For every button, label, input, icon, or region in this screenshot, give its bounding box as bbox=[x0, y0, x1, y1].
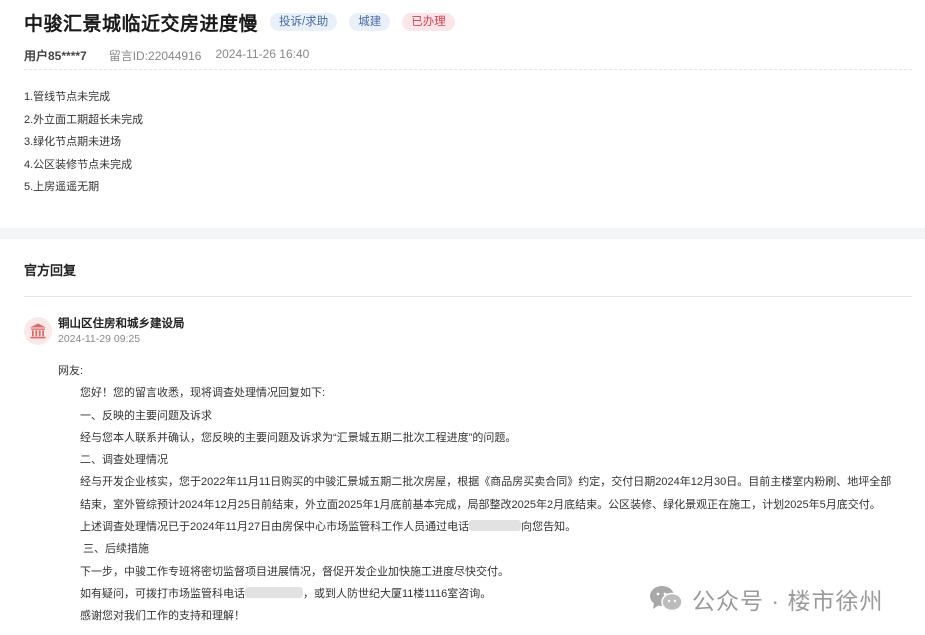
reply-paragraph: 您好！您的留言收悉，现将调查处理情况回复如下: bbox=[80, 387, 326, 400]
reply-greeting: 网友: bbox=[58, 365, 84, 377]
reply-paragraph: 上述调查处理情况已于2024年11月27日由房保中心市场监管科工作人员通过电话 向… bbox=[58, 516, 900, 538]
reply-heading-2: 二、调查处理情况 bbox=[80, 454, 168, 467]
dashed-divider bbox=[24, 69, 912, 70]
reply-paragraph: 经与开发企业核实，您于2022年11月11日购买的中骏汇景城五期二批次房屋，根据… bbox=[80, 476, 892, 511]
watermark: 公众号 · 楼市徐州 bbox=[648, 582, 883, 616]
reply-text: 向您告知。 bbox=[521, 521, 577, 534]
reply-text: 如有疑问，可拨打市场监管科电话 bbox=[80, 587, 245, 600]
reply-paragraph: 下一步，中骏工作专班将密切监督项目进展情况，督促开发企业加快施工进度尽快交付。 bbox=[80, 565, 509, 578]
reply-heading-1: 一、反映的主要问题及诉求 bbox=[80, 409, 212, 422]
message-timestamp: 2024-11-26 16:40 bbox=[215, 47, 310, 61]
government-building-icon bbox=[24, 317, 52, 345]
topic-tag[interactable]: 城建 bbox=[349, 13, 391, 31]
redacted-phone bbox=[245, 586, 303, 598]
list-item: 1.管线节点未完成 bbox=[24, 91, 111, 103]
reply-time: 2024-11-29 09:25 bbox=[58, 333, 141, 345]
org-name: 铜山区住房和城乡建设局 bbox=[58, 318, 185, 330]
message-card: 中骏汇景城临近交房进度慢 投诉/求助 城建 已办理 用户85****7 留言ID… bbox=[0, 0, 925, 228]
title-row: 中骏汇景城临近交房进度慢 投诉/求助 城建 已办理 bbox=[24, 8, 467, 36]
list-item: 3.绿化节点期未进场 bbox=[24, 136, 122, 148]
reply-text: ，或到人防世纪大厦11楼1116室咨询。 bbox=[303, 587, 492, 600]
page-title: 中骏汇景城临近交房进度慢 bbox=[24, 13, 259, 35]
section-gap bbox=[0, 228, 925, 239]
user-name: 用户85****7 bbox=[24, 49, 87, 63]
watermark-text: 公众号 · 楼市徐州 bbox=[692, 588, 884, 614]
reply-paragraph: 经与您本人联系并确认，您反映的主要问题及诉求为“汇景城五期二批次工程进度”的问题… bbox=[80, 431, 517, 444]
section-divider bbox=[24, 296, 912, 297]
message-id: 留言ID:22044916 bbox=[108, 49, 202, 63]
reply-heading-3: 三、后续措施 bbox=[83, 543, 149, 556]
wechat-icon bbox=[650, 586, 683, 612]
reply-text: 上述调查处理情况已于2024年11月27日由房保中心市场监管科工作人员通过电话 bbox=[80, 521, 470, 534]
status-badge: 已办理 bbox=[402, 13, 455, 31]
message-meta: 用户85****7 留言ID:22044916 2024-11-26 16:40 bbox=[24, 47, 309, 64]
complaint-list: 1.管线节点未完成 2.外立面工期超长未完成 3.绿化节点期未进场 4.公区装修… bbox=[24, 87, 143, 200]
redacted-phone bbox=[469, 520, 522, 532]
list-item: 4.公区装修节点未完成 bbox=[24, 158, 133, 171]
section-title: 官方回复 bbox=[24, 263, 77, 278]
list-item: 5.上房遥遥无期 bbox=[24, 181, 100, 193]
category-tag[interactable]: 投诉/求助 bbox=[270, 13, 338, 31]
list-item: 2.外立面工期超长未完成 bbox=[24, 113, 144, 126]
